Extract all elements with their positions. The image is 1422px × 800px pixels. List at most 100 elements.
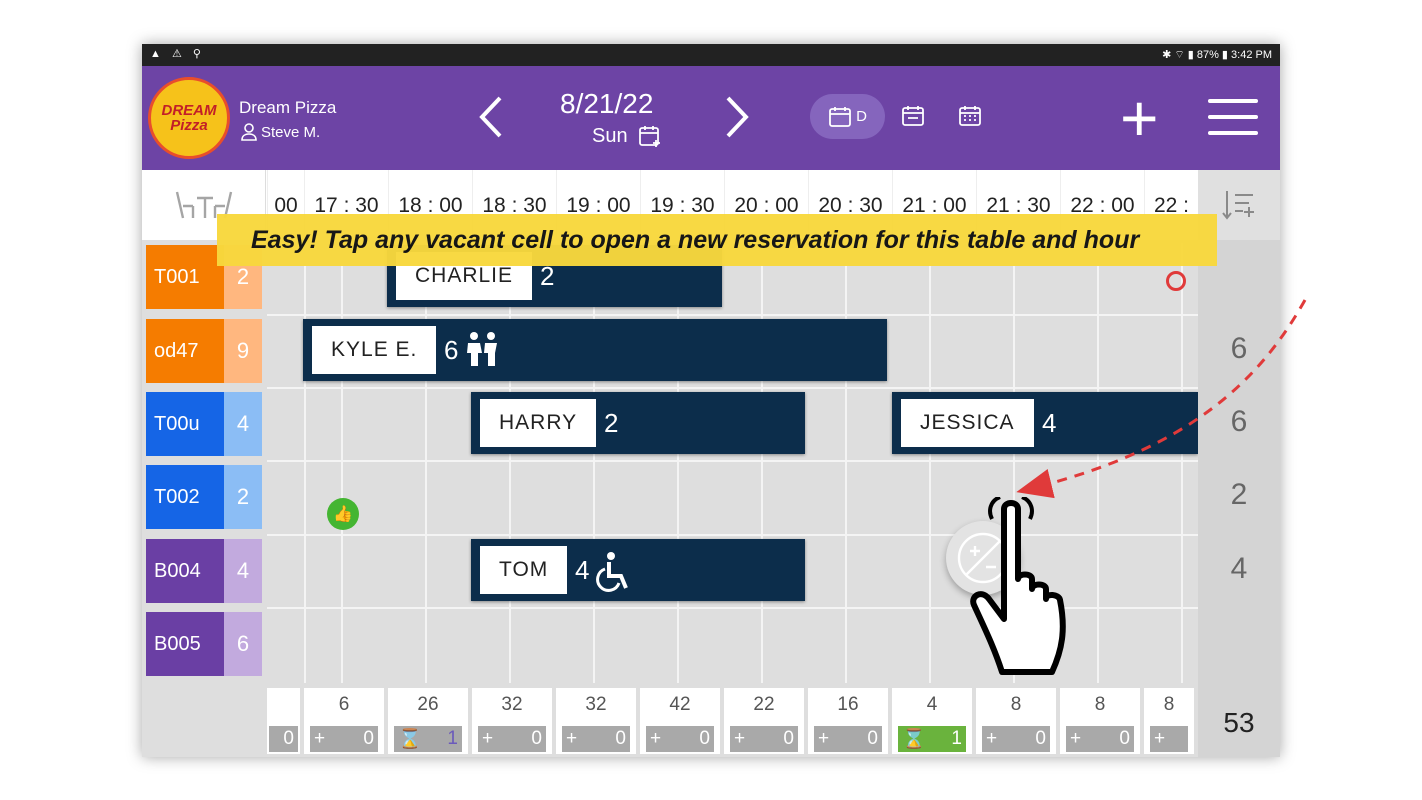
table-capacity: 4 [224, 392, 262, 456]
slot-waitlist-bar[interactable]: + [1150, 726, 1188, 752]
restaurant-name: Dream Pizza [239, 98, 337, 117]
slot-waitlist-count: 0 [531, 728, 542, 749]
slot-guest-count: 22 [753, 694, 775, 715]
slot-waitlist-bar[interactable]: +0 [478, 726, 546, 752]
slot-waitlist-bar[interactable]: +0 [646, 726, 714, 752]
slot-waitlist-bar[interactable]: 0 [269, 726, 298, 752]
plus-icon: + [1070, 728, 1082, 749]
slot-summary[interactable]: 26 ⌛ 1 [388, 688, 468, 754]
chevron-right-icon [726, 96, 749, 138]
table-capacity: 6 [224, 612, 262, 676]
grid-column-line [593, 243, 595, 683]
slot-summary[interactable]: 8 + [1144, 688, 1194, 754]
slot-waitlist-bar[interactable]: +0 [1066, 726, 1134, 752]
row-total: 6 [1230, 405, 1248, 438]
slot-guest-count: 8 [1163, 694, 1175, 715]
slot-waitlist-bar[interactable]: +0 [310, 726, 378, 752]
slot-waitlist-count: 0 [363, 728, 374, 749]
grand-total: 53 [1198, 684, 1280, 757]
table-label[interactable]: T002 2 [146, 465, 264, 529]
status-bar: ▲ ⚠ ⚲ ✱ ⌔ ▮ 87% ▮ 3:42 PM [142, 44, 1280, 66]
add-reservation-button[interactable]: + [1120, 68, 1159, 168]
grid-column-line [341, 243, 343, 683]
grid-row-line [267, 534, 1198, 536]
hourglass-icon: ⌛ [902, 729, 926, 750]
reservation-block[interactable]: TOM 4 [471, 539, 805, 601]
user-info[interactable]: Steve M. [241, 123, 320, 141]
reservation-block[interactable]: KYLE E. 6 [303, 319, 887, 381]
grid-column-line [761, 243, 763, 683]
reservation-block[interactable]: JESSICA 4 [892, 392, 1198, 454]
zoom-toggle-button[interactable] [946, 521, 1020, 595]
logo-text-1: DREAM [161, 102, 217, 119]
table-label[interactable]: B004 4 [146, 539, 264, 603]
slot-summary[interactable]: 32 +0 [556, 688, 636, 754]
prev-date-button[interactable] [476, 94, 506, 146]
week-view-button[interactable] [901, 104, 925, 133]
logo-text-2: Pizza [170, 117, 208, 134]
slot-summary[interactable]: 8 +0 [976, 688, 1056, 754]
children-icon [464, 331, 502, 372]
wheelchair-icon [595, 551, 635, 598]
slot-guest-count: 8 [1094, 694, 1106, 715]
slot-guest-count: 32 [501, 694, 523, 715]
slot-waitlist-bar[interactable]: +0 [730, 726, 798, 752]
plus-icon: + [818, 728, 830, 749]
grid-column-line [929, 243, 931, 683]
table-capacity: 9 [224, 319, 262, 383]
table-label[interactable]: T00u 4 [146, 392, 264, 456]
plus-icon: + [986, 728, 998, 749]
table-label[interactable]: B005 6 [146, 612, 264, 676]
slot-waitlist-bar[interactable]: ⌛ 1 [394, 726, 462, 752]
slot-summary[interactable]: 22 +0 [724, 688, 804, 754]
slot-summary[interactable]: 16 +0 [808, 688, 888, 754]
table-name: T00u [146, 392, 224, 456]
slot-guest-count: 42 [669, 694, 691, 715]
slot-summary[interactable]: 8 +0 [1060, 688, 1140, 754]
row-total [1198, 610, 1280, 674]
plus-icon: + [650, 728, 662, 749]
app-bar: DREAM Pizza Dream Pizza Steve M. 8/21/22… [142, 66, 1280, 170]
slot-waitlist-bar[interactable]: +0 [982, 726, 1050, 752]
reservation-grid[interactable]: CHARLIE 2 KYLE E. 6 HARRY 2 JESSICA 4 TOM 4 [267, 243, 1198, 683]
slot-guest-count: 8 [1010, 694, 1022, 715]
row-total: 2 [1230, 478, 1248, 511]
tablet-screen: ▲ ⚠ ⚲ ✱ ⌔ ▮ 87% ▮ 3:42 PM DREAM Pizza Dr… [142, 44, 1280, 757]
slot-waitlist-bar[interactable]: +0 [562, 726, 630, 752]
grid-row-line [267, 387, 1198, 389]
plus-icon: + [482, 728, 494, 749]
slot-summary[interactable]: 4 ⌛ 1 [892, 688, 972, 754]
party-size: 2 [604, 408, 619, 438]
table-name: T002 [146, 465, 224, 529]
calendar-week-icon [902, 106, 924, 126]
reservation-block[interactable]: HARRY 2 [471, 392, 805, 454]
table-name: od47 [146, 319, 224, 383]
current-date[interactable]: 8/21/22 [560, 88, 653, 120]
slot-waitlist-bar[interactable]: +0 [814, 726, 882, 752]
children-icon [467, 332, 497, 366]
slot-guest-count: 16 [837, 694, 859, 715]
slot-summary[interactable]: 0 [267, 688, 300, 754]
slot-summary[interactable]: 6 +0 [304, 688, 384, 754]
day-view-toggle[interactable]: D [810, 94, 885, 139]
grid-column-line [1013, 243, 1015, 683]
guest-name: HARRY [480, 399, 597, 447]
menu-button[interactable] [1208, 99, 1258, 135]
guest-name: KYLE E. [312, 326, 437, 374]
calendar-day-icon [829, 106, 851, 127]
grid-column-line [304, 243, 306, 683]
zoom-plus-minus-icon [957, 532, 1009, 584]
slot-waitlist-bar[interactable]: ⌛ 1 [898, 726, 966, 752]
table-label[interactable]: od47 9 [146, 319, 264, 383]
grid-column-line [845, 243, 847, 683]
calendar-add-icon [638, 126, 660, 147]
grid-column-line [677, 243, 679, 683]
slot-guest-count: 26 [417, 694, 439, 715]
next-date-button[interactable] [722, 94, 752, 146]
month-view-button[interactable] [958, 104, 982, 133]
party-size: 4 [575, 555, 590, 585]
slot-waitlist-count: 0 [283, 728, 294, 749]
slot-summary[interactable]: 32 +0 [472, 688, 552, 754]
weekday-row[interactable]: Sun [592, 124, 662, 148]
slot-summary[interactable]: 42 +0 [640, 688, 720, 754]
